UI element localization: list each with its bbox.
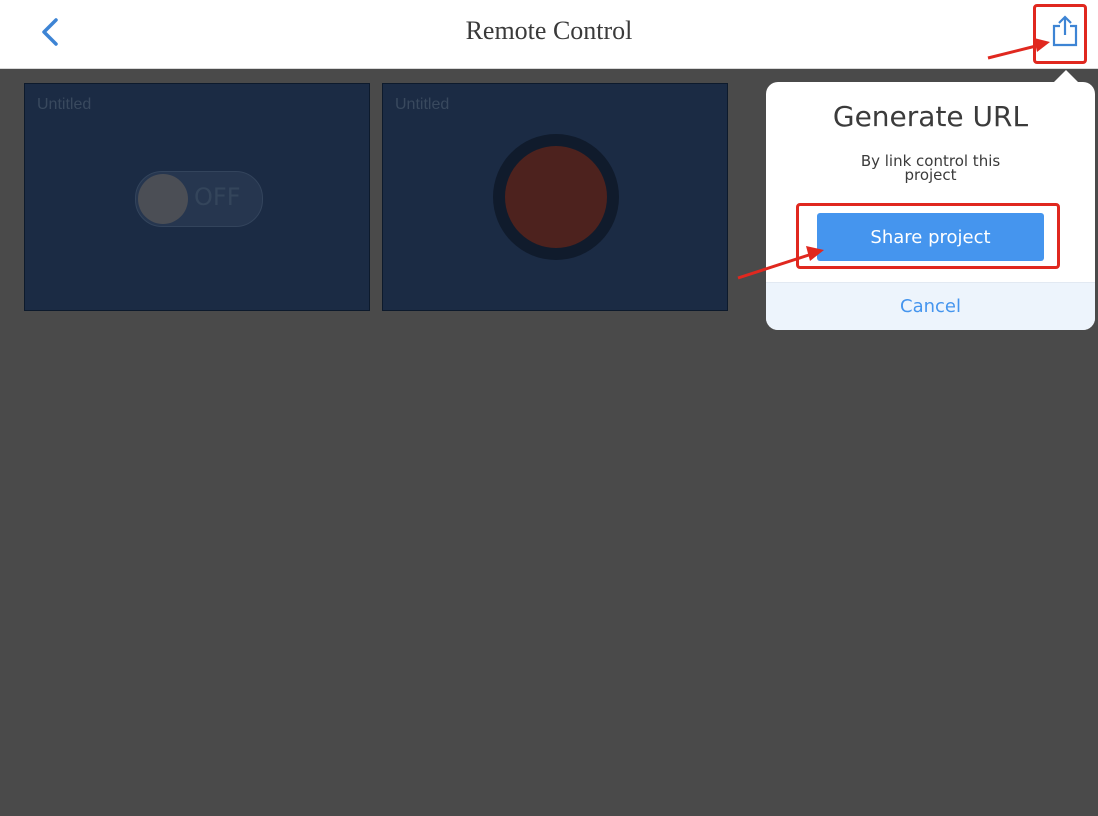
cancel-button[interactable]: Cancel	[766, 283, 1095, 330]
popover-subtitle: By link control this project	[860, 152, 1001, 184]
push-button[interactable]	[493, 134, 619, 260]
switch-widget[interactable]: Untitled OFF	[24, 83, 370, 311]
share-icon-highlight	[1033, 4, 1087, 64]
widget-title: Untitled	[37, 96, 92, 113]
popover-title: Generate URL	[832, 100, 1029, 133]
toggle-knob	[138, 174, 188, 224]
widget-title: Untitled	[395, 96, 450, 113]
toggle-switch[interactable]: OFF	[135, 171, 263, 227]
toggle-state-label: OFF	[194, 183, 241, 211]
top-bar: Remote Control	[0, 0, 1098, 69]
share-project-highlight	[796, 203, 1060, 269]
push-button-core	[505, 146, 607, 248]
page-title: Remote Control	[465, 16, 633, 45]
button-widget[interactable]: Untitled	[382, 83, 728, 311]
